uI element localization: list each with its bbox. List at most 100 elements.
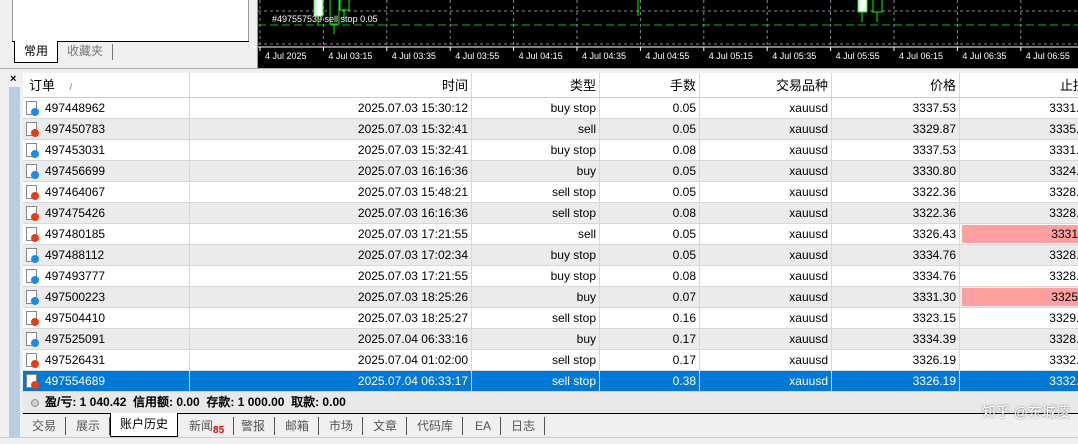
type-cell: buy stop [472,245,600,265]
buy-order-icon [26,332,39,347]
table-row[interactable]: 497500223 2025.07.03 18:25:26 buy 0.07 x… [23,287,1078,308]
tab-3[interactable]: 新闻85 [180,417,235,436]
x-axis-label: 4 Jul 03:35 [391,51,436,61]
lots-cell: 0.05 [600,245,700,265]
table-row[interactable]: 497504410 2025.07.03 18:25:27 sell stop … [23,308,1078,329]
time-cell: 2025.07.04 06:33:17 [190,371,472,391]
table-row[interactable]: 497525091 2025.07.04 06:33:16 buy 0.17 x… [23,329,1078,350]
type-cell: sell stop [472,371,600,391]
symbol-cell: xauusd [700,161,832,181]
time-cell: 2025.07.03 18:25:26 [190,287,472,307]
table-row[interactable]: 497554689 2025.07.04 06:33:17 sell stop … [23,371,1078,392]
type-cell: sell stop [472,203,600,223]
tab-4[interactable]: 警报 [232,417,276,435]
lots-cell: 0.05 [600,182,700,202]
col-order[interactable]: 订单 / [23,73,190,97]
price-cell: 3322.36 [832,203,960,223]
col-lots[interactable]: 手数 [600,73,700,97]
order-cell: 497448962 [23,98,190,118]
order-cell: 497480185 [23,224,190,244]
price-chart[interactable]: #497557539 sell stop 0.05 4 Jul 2025 4 Ju… [258,0,1078,68]
order-cell: 497475426 [23,203,190,223]
table-row[interactable]: 497480185 2025.07.03 17:21:55 sell 0.05 … [23,224,1078,245]
tab-9[interactable]: EA [466,417,502,435]
tab-common[interactable]: 常用 [14,41,59,63]
buy-order-icon [26,101,39,116]
x-axis-label: 4 Jul 06:35 [962,51,1007,61]
type-cell: sell [472,119,600,139]
price-cell: 3326.19 [832,350,960,370]
table-row[interactable]: 497456699 2025.07.03 16:16:36 buy 0.05 x… [23,161,1078,182]
price-cell: 3326.19 [832,371,960,391]
sl-cell: 3328.3 [1049,206,1078,220]
price-cell: 3334.76 [832,245,960,265]
watermark: 知乎 @东城凌 [981,404,1070,420]
tab-8[interactable]: 代码库 [408,417,464,435]
navigator-panel: 常用 收藏夹 [0,0,258,68]
tab-2[interactable]: 账户历史 [110,413,179,437]
x-axis-label: 4 Jul 05:35 [772,51,817,61]
tab-1[interactable]: 展示 [67,417,111,435]
x-axis-label: 4 Jul 04:35 [582,51,627,61]
time-cell: 2025.07.03 17:21:55 [190,224,472,244]
x-axis-label: 4 Jul 05:55 [835,51,880,61]
col-type[interactable]: 类型 [472,73,600,97]
price-cell: 3322.36 [832,182,960,202]
table-row[interactable]: 497450783 2025.07.03 15:32:41 sell 0.05 … [23,119,1078,140]
buy-order-icon [26,143,39,158]
tab-6[interactable]: 市场 [320,417,364,435]
col-symbol[interactable]: 交易品种 [700,73,832,97]
order-cell: 497525091 [23,329,190,349]
time-cell: 2025.07.03 15:32:41 [190,140,472,160]
tab-5[interactable]: 邮箱 [276,417,320,435]
sl-cell: 3328.3 [1049,332,1078,346]
tab-10[interactable]: 日志 [502,417,546,435]
navigator-tree [12,0,249,41]
table-row[interactable]: 497453031 2025.07.03 15:32:41 buy stop 0… [23,140,1078,161]
table-row[interactable]: 497464067 2025.07.03 15:48:21 sell stop … [23,182,1078,203]
x-axis-label: 4 Jul 04:55 [645,51,690,61]
tab-favorites[interactable]: 收藏夹 [58,44,114,60]
price-cell: 3337.53 [832,98,960,118]
buy-order-icon [26,164,39,179]
time-cell: 2025.07.04 06:33:16 [190,329,472,349]
symbol-cell: xauusd [700,350,832,370]
symbol-cell: xauusd [700,329,832,349]
close-icon[interactable]: × [10,73,16,85]
price-cell: 3329.87 [832,119,960,139]
order-cell: 497554689 [23,371,190,391]
candle [872,0,883,13]
type-cell: buy stop [472,266,600,286]
sl-cell: 3325.3 [960,287,1078,307]
table-row[interactable]: 497488112 2025.07.03 17:02:34 buy stop 0… [23,245,1078,266]
col-price[interactable]: 价格 [832,73,960,97]
history-table: 订单 / 时间 类型 手数 交易品种 价格 止损 497448962 2025.… [23,73,1078,392]
table-row[interactable]: 497493777 2025.07.03 17:21:55 buy stop 0… [23,266,1078,287]
table-row[interactable]: 497526431 2025.07.04 01:02:00 sell stop … [23,350,1078,371]
tab-7[interactable]: 文章 [364,417,408,435]
col-time[interactable]: 时间 [190,73,472,97]
table-row[interactable]: 497475426 2025.07.03 16:16:36 sell stop … [23,203,1078,224]
sl-cell: 3331.5 [1049,101,1078,115]
time-cell: 2025.07.03 17:02:34 [190,245,472,265]
order-cell: 497464067 [23,182,190,202]
terminal-tabs: 交易 展示 账户历史 新闻85 警报 邮箱 市场 文章 代码库 EA 日志 [23,413,1078,437]
type-cell: sell stop [472,350,600,370]
symbol-cell: xauusd [700,203,832,223]
lots-cell: 0.05 [600,98,700,118]
tab-0[interactable]: 交易 [23,417,67,435]
lots-cell: 0.08 [600,203,700,223]
table-row[interactable]: 497448962 2025.07.03 15:30:12 buy stop 0… [23,98,1078,119]
lots-cell: 0.08 [600,266,700,286]
col-sl[interactable]: 止损 [960,73,1078,97]
symbol-cell: xauusd [700,371,832,391]
symbol-cell: xauusd [700,98,832,118]
order-cell: 497456699 [23,161,190,181]
order-cell: 497450783 [23,119,190,139]
type-cell: buy stop [472,140,600,160]
price-cell: 3334.39 [832,329,960,349]
sl-cell: 3335.8 [1049,122,1078,136]
time-cell: 2025.07.03 16:16:36 [190,203,472,223]
sell-order-icon [26,185,39,200]
x-axis-label: 4 Jul 06:15 [899,51,944,61]
